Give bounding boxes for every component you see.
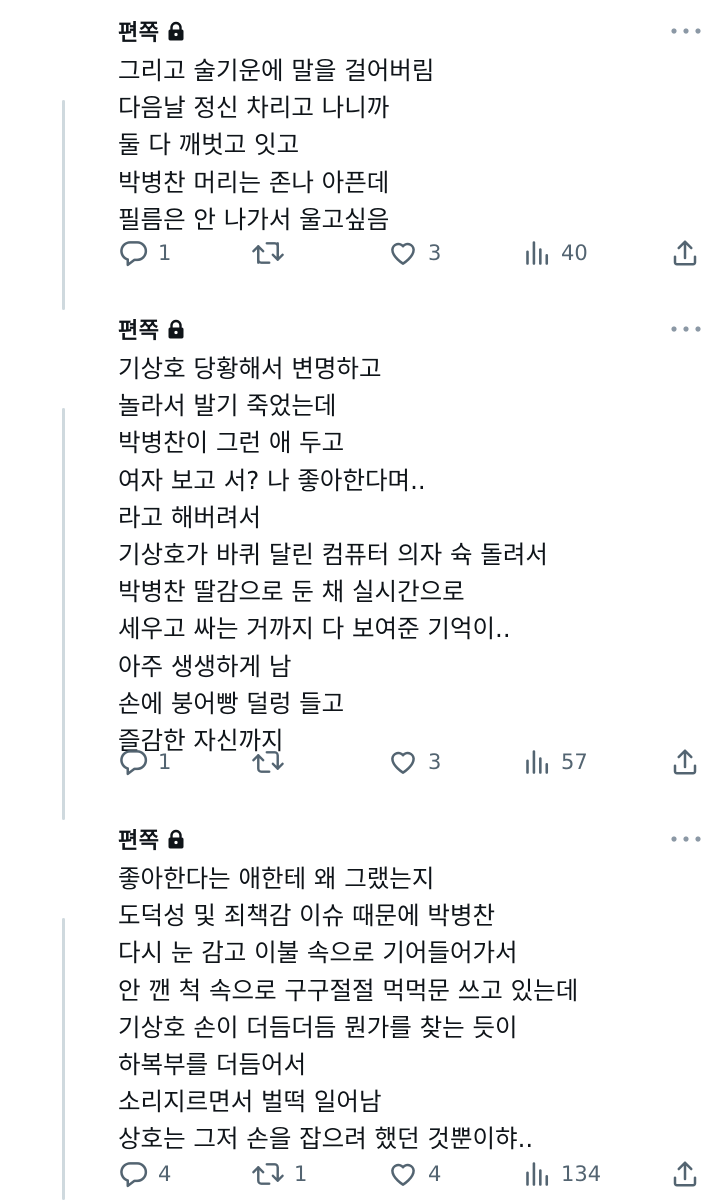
tweet-text-line: 다음날 정신 차리고 나니까 [118, 93, 390, 123]
retweet-icon [252, 1163, 284, 1185]
share-button[interactable] [670, 233, 700, 273]
views-count: 40 [561, 241, 588, 265]
reply-count: 1 [158, 750, 172, 774]
more-horizontal-icon[interactable] [669, 320, 703, 338]
views-button[interactable]: 57 [524, 742, 588, 782]
thread-connector-line [62, 100, 65, 310]
retweet-icon [252, 242, 284, 264]
tweet-action-bar: 4 1 4 134 [0, 1154, 725, 1194]
retweet-button[interactable]: 1 [251, 1154, 307, 1194]
share-upload-icon [673, 240, 697, 266]
heart-icon [391, 242, 415, 265]
views-bar-chart-icon [526, 1162, 549, 1186]
share-upload-icon [673, 749, 697, 775]
reply-button[interactable]: 1 [119, 742, 171, 782]
more-horizontal-icon[interactable] [669, 830, 703, 848]
views-count: 134 [561, 1162, 602, 1186]
reply-bubble-icon [120, 750, 148, 776]
share-button[interactable] [670, 742, 700, 782]
like-count: 3 [428, 241, 442, 265]
tweet-action-bar: 1 3 40 [0, 233, 725, 273]
tweet-text: 좋아한다는 애한테 왜 그랬는지 도덕성 및 죄책감 이슈 때문에 박병찬 다시… [118, 860, 698, 1158]
more-horizontal-icon[interactable] [669, 22, 703, 40]
retweet-count: 1 [294, 1162, 308, 1186]
reply-count: 1 [158, 241, 172, 265]
tweet-text-line: 박병찬 딸감으로 둔 채 실시간으로 [118, 577, 465, 607]
like-button[interactable]: 4 [387, 1154, 441, 1194]
tweet-text-line: 좋아한다는 애한테 왜 그랬는지 [118, 864, 435, 893]
tweet-text-line: 기상호 손이 더듬더듬 뭔가를 찾는 듯이 [118, 1012, 518, 1042]
reply-button[interactable]: 1 [119, 233, 171, 273]
tweet-text-line: 그리고 술기운에 말을 걸어버림 [118, 56, 435, 85]
share-button[interactable] [670, 1154, 700, 1194]
views-bar-chart-icon [526, 241, 549, 265]
lock-icon [168, 319, 184, 339]
tweet-text-line: 여자 보고 서? 나 좋아한다며.. [118, 465, 426, 495]
author-name[interactable]: 편쪽 [118, 313, 159, 345]
like-count: 4 [428, 1162, 442, 1186]
tweet-text-line: 다시 눈 감고 이불 속으로 기어들어가서 [118, 938, 518, 968]
like-count: 3 [428, 750, 442, 774]
retweet-button[interactable] [251, 233, 294, 273]
reply-bubble-icon [120, 1162, 148, 1188]
tweet-header: 편쪽 [118, 16, 185, 46]
lock-icon [168, 829, 184, 849]
heart-icon [391, 751, 415, 774]
tweet-text-line: 기상호 당황해서 변명하고 [118, 354, 382, 383]
tweet-text-line: 하복부를 더듬어서 [118, 1050, 307, 1080]
tweet-text-line: 도덕성 및 죄책감 이슈 때문에 박병찬 [118, 901, 496, 931]
tweet-text-line: 박병찬 머리는 존나 아픈데 [118, 167, 390, 197]
tweet-text-line: 둘 다 깨벗고 잇고 [118, 130, 300, 160]
tweet-text-line: 소리지르면서 벌떡 일어남 [118, 1087, 382, 1117]
retweet-icon [252, 751, 284, 773]
reply-button[interactable]: 4 [119, 1154, 171, 1194]
tweet-text-line: 세우고 싸는 거까지 다 보여준 기억이.. [118, 614, 511, 644]
like-button[interactable]: 3 [387, 742, 441, 782]
tweet-text-line: 라고 해버려서 [118, 502, 262, 532]
author-name[interactable]: 편쪽 [118, 15, 159, 47]
heart-icon [391, 1163, 415, 1186]
tweet-action-bar: 1 3 57 [0, 742, 725, 782]
like-button[interactable]: 3 [387, 233, 441, 273]
views-bar-chart-icon [526, 750, 549, 774]
tweet-header: 편쪽 [118, 824, 185, 854]
tweet-text-line: 놀라서 발기 죽었는데 [118, 391, 337, 421]
tweet-text-line: 아주 생생하게 남 [118, 651, 292, 681]
tweet-text-line: 기상호가 바퀴 달린 컴퓨터 의자 슉 돌려서 [118, 540, 548, 570]
lock-icon [168, 21, 184, 41]
tweet-text-line: 상호는 그저 손을 잡으려 했던 것뿐이햐.. [118, 1124, 534, 1154]
views-count: 57 [561, 750, 588, 774]
tweet-text: 그리고 술기운에 말을 걸어버림 다음날 정신 차리고 나니까 둘 다 깨벗고 … [118, 52, 698, 238]
author-name[interactable]: 편쪽 [118, 823, 159, 855]
tweet-text-line: 박병찬이 그런 애 두고 [118, 428, 345, 458]
tweet-text-line: 손에 붕어빵 덜렁 들고 [118, 688, 345, 718]
retweet-button[interactable] [251, 742, 294, 782]
share-upload-icon [673, 1161, 697, 1187]
reply-count: 4 [158, 1162, 172, 1186]
views-button[interactable]: 40 [524, 233, 588, 273]
reply-bubble-icon [120, 241, 148, 267]
views-button[interactable]: 134 [524, 1154, 601, 1194]
tweet-header: 편쪽 [118, 314, 185, 344]
tweet-text-line: 안 깬 척 속으로 구구절절 먹먹문 쓰고 있는데 [118, 975, 579, 1005]
tweet-text: 기상호 당황해서 변명하고 놀라서 발기 죽었는데 박병찬이 그런 애 두고 여… [118, 350, 698, 759]
